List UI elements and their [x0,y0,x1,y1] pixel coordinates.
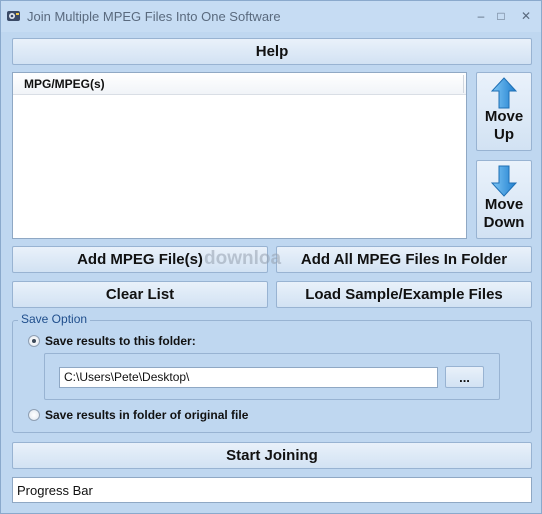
browse-button[interactable]: ... [445,366,484,388]
app-icon [7,11,20,21]
move-down-label: Move Down [483,196,525,231]
add-files-button[interactable]: Add MPEG File(s) [12,246,268,273]
save-to-folder-label[interactable]: Save results to this folder: [45,334,196,348]
help-button-label: Help [255,43,289,60]
save-original-folder-label[interactable]: Save results in folder of original file [45,408,248,422]
arrow-up-icon [491,77,517,109]
browse-label: ... [459,369,470,385]
add-folder-label: Add All MPEG Files In Folder [300,251,508,268]
help-button[interactable]: Help [12,38,532,65]
radio-selected-dot [32,339,36,343]
app-window: Join Multiple MPEG Files Into One Softwa… [0,0,542,514]
radio-save-to-folder[interactable] [28,335,40,347]
start-joining-label: Start Joining [226,447,318,464]
load-sample-label: Load Sample/Example Files [305,286,503,303]
clear-list-label: Clear List [105,286,175,303]
list-header: MPG/MPEG(s) [13,73,466,95]
progress-bar: Progress Bar [12,477,532,503]
file-list[interactable]: MPG/MPEG(s) [12,72,467,239]
maximize-button[interactable]: □ [490,7,512,25]
move-up-label: Move Up [484,108,524,143]
move-up-button[interactable]: Move Up [476,72,532,151]
column-header-mpeg[interactable]: MPG/MPEG(s) [13,73,467,95]
start-joining-button[interactable]: Start Joining [12,442,532,469]
move-down-button[interactable]: Move Down [476,160,532,239]
radio-save-original-folder[interactable] [28,409,40,421]
folder-path-input[interactable]: C:\Users\Pete\Desktop\ [59,367,438,388]
minimize-button[interactable]: – [470,7,492,25]
close-button[interactable]: ✕ [515,7,537,25]
arrow-down-icon [491,165,517,197]
add-files-label: Add MPEG File(s) [77,251,203,268]
window-title: Join Multiple MPEG Files Into One Softwa… [27,9,281,24]
clear-list-button[interactable]: Clear List [12,281,268,308]
title-bar: Join Multiple MPEG Files Into One Softwa… [1,1,541,32]
column-separator [463,75,464,93]
load-sample-button[interactable]: Load Sample/Example Files [276,281,532,308]
add-folder-button[interactable]: Add All MPEG Files In Folder [276,246,532,273]
save-option-legend: Save Option [18,312,91,326]
